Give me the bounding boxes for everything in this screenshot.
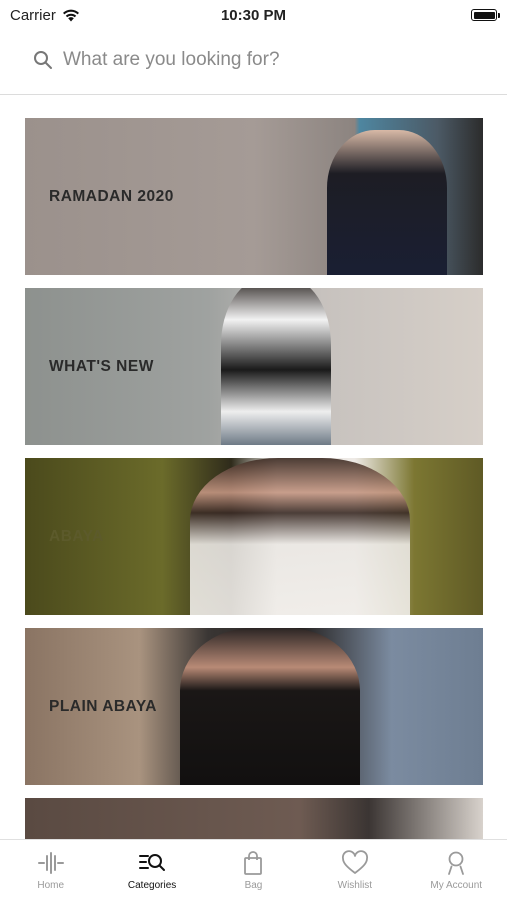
tab-label: My Account: [430, 879, 483, 891]
banner-model-image: [327, 130, 447, 275]
heart-icon: [341, 849, 368, 874]
category-label: PLAIN ABAYA: [49, 697, 157, 715]
user-icon: [448, 851, 465, 875]
tab-wishlist[interactable]: Wishlist: [304, 849, 405, 891]
tab-label: Bag: [244, 879, 263, 891]
banner-model-image: [221, 288, 331, 445]
category-banner-abaya[interactable]: ABAYA: [25, 458, 483, 615]
header-divider: [0, 94, 507, 95]
category-banner-ramadan-2020[interactable]: RAMADAN 2020: [25, 118, 483, 275]
battery-icon: [471, 9, 500, 21]
tab-label: Wishlist: [337, 879, 373, 891]
home-bars-icon: [37, 851, 64, 874]
tab-my-account[interactable]: My Account: [406, 850, 507, 891]
status-time: 10:30 PM: [220, 6, 287, 24]
tab-bag[interactable]: Bag: [203, 850, 304, 891]
category-label: RAMADAN 2020: [49, 187, 174, 205]
category-list: RAMADAN 2020 WHAT'S NEW ABAYA PLAIN ABAY…: [25, 118, 483, 871]
banner-model-image: [190, 458, 410, 615]
category-label: WHAT'S NEW: [49, 357, 154, 375]
tab-label: Categories: [127, 879, 177, 891]
tab-home[interactable]: Home: [0, 850, 101, 891]
search-input[interactable]: [61, 48, 465, 72]
banner-model-image: [180, 628, 360, 785]
tab-categories[interactable]: Categories: [102, 850, 203, 891]
category-label: ABAYA: [49, 527, 104, 545]
search-bar[interactable]: [0, 38, 507, 82]
search-icon: [34, 51, 52, 69]
category-banner-whats-new[interactable]: WHAT'S NEW: [25, 288, 483, 445]
status-bar: Carrier 10:30 PM: [0, 0, 507, 30]
categories-search-icon: [139, 853, 166, 871]
tab-bar: Home Categories Bag Wishlist My Account: [0, 839, 507, 900]
category-banner-plain-abaya[interactable]: PLAIN ABAYA: [25, 628, 483, 785]
bag-icon: [244, 850, 263, 875]
tab-label: Home: [37, 879, 65, 891]
